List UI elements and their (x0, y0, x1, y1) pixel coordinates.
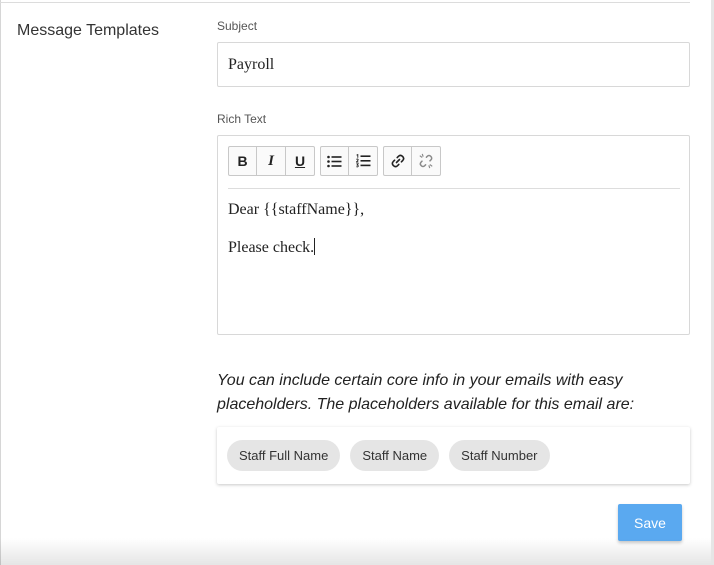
content-line: Dear {{staffName}}, (228, 200, 680, 220)
subject-input[interactable] (217, 42, 690, 87)
bold-icon: B (237, 153, 248, 169)
rich-text-label: Rich Text (217, 112, 267, 126)
content-text: Please check. (228, 239, 315, 256)
bullet-list-icon (327, 155, 342, 167)
editor-toolbar: B I U (228, 146, 446, 176)
placeholder-chip-list: Staff Full Name Staff Name Staff Number (217, 427, 690, 484)
section-title: Message Templates (17, 22, 159, 39)
placeholder-chip-staff-full-name[interactable]: Staff Full Name (227, 440, 341, 471)
placeholder-chip-staff-name[interactable]: Staff Name (350, 440, 440, 471)
save-button[interactable]: Save (618, 504, 682, 541)
link-group (383, 146, 441, 176)
link-button[interactable] (383, 146, 412, 176)
bold-button[interactable]: B (228, 146, 257, 176)
subject-label: Subject (217, 19, 258, 33)
top-divider (0, 2, 690, 3)
placeholder-chip-staff-number[interactable]: Staff Number (449, 440, 550, 471)
text-cursor (314, 238, 316, 255)
bullet-list-button[interactable] (320, 146, 349, 176)
italic-icon: I (268, 152, 274, 169)
unlink-icon (419, 153, 433, 169)
link-icon (391, 154, 404, 168)
content-text: Dear {{staffName}}, (228, 201, 365, 218)
numbered-list-icon (355, 154, 370, 168)
underline-icon: U (294, 153, 306, 169)
list-group (320, 146, 378, 176)
left-border (0, 0, 1, 565)
italic-button[interactable]: I (257, 146, 286, 176)
bottom-shadow (0, 538, 711, 565)
format-group: B I U (228, 146, 315, 176)
content-line: Please check. (228, 238, 680, 258)
rich-text-editor: B I U Dear {{staffName}}, Please check. (217, 135, 690, 335)
toolbar-divider (228, 188, 680, 189)
numbered-list-button[interactable] (349, 146, 378, 176)
editor-content[interactable]: Dear {{staffName}}, Please check. (228, 200, 680, 276)
underline-button[interactable]: U (286, 146, 315, 176)
unlink-button[interactable] (412, 146, 441, 176)
placeholder-info-text: You can include certain core info in you… (217, 372, 635, 413)
